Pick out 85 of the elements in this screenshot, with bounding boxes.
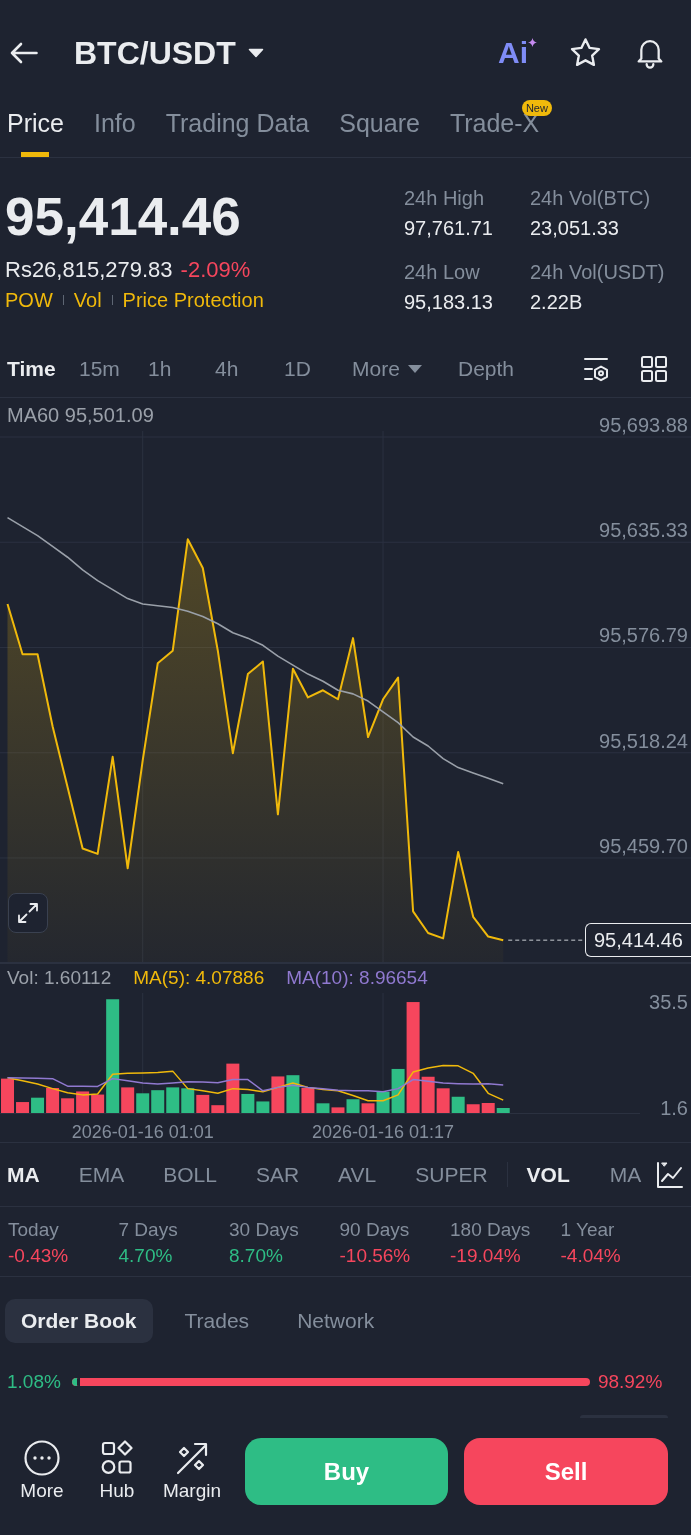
- period-change: -0.43%: [8, 1245, 70, 1267]
- y-axis-label: 95,518.24: [599, 729, 688, 752]
- bid-ratio-text: 1.08%: [7, 1370, 61, 1394]
- period-change: 8.70%: [229, 1245, 284, 1267]
- tab[interactable]: Price: [7, 105, 64, 157]
- interval-tab[interactable]: 1h: [148, 355, 172, 382]
- ma5-value-label: MA(5): 4.07886: [133, 967, 265, 989]
- buy-button[interactable]: Buy: [245, 1438, 448, 1505]
- interval-tab[interactable]: 15m: [79, 355, 120, 382]
- last-price: 95,414.46: [5, 190, 242, 243]
- stat-value: 95,183.13: [404, 290, 494, 314]
- sparkle-icon: [528, 37, 537, 47]
- order-tab[interactable]: Network: [281, 1299, 391, 1343]
- volume-value-label: Vol: 1.60112: [7, 967, 112, 989]
- x-axis-label: 2026-01-16 01:17: [312, 1122, 455, 1142]
- margin-button[interactable]: Margin: [160, 1438, 224, 1502]
- tab[interactable]: Info: [93, 105, 136, 157]
- indicator-tab[interactable]: EMA: [78, 1161, 125, 1188]
- indicator-tab[interactable]: SAR: [255, 1161, 300, 1188]
- interval-tab[interactable]: 1D: [284, 355, 311, 382]
- period-change: -10.56%: [339, 1245, 412, 1267]
- period-label: 1 Year: [560, 1219, 616, 1241]
- indicator-tab[interactable]: AVL: [338, 1161, 377, 1188]
- tag-link[interactable]: POW: [5, 289, 53, 311]
- interval-tab[interactable]: Depth: [458, 355, 515, 382]
- period-change: -19.04%: [450, 1245, 522, 1267]
- indicator-tab[interactable]: MA: [7, 1161, 40, 1188]
- active-tab-indicator: [21, 152, 50, 157]
- y-axis-label: 95,693.88: [599, 414, 688, 436]
- x-axis-label: 2026-01-16 01:01: [71, 1122, 214, 1142]
- ma10-value-label: MA(10): 8.96654: [286, 967, 428, 989]
- stat-label: 24h Vol(USDT): [530, 260, 665, 284]
- more-button[interactable]: More: [10, 1438, 74, 1502]
- expand-icon: [17, 902, 39, 924]
- shapes-grid-icon: [101, 1440, 133, 1476]
- caret-icon: [407, 364, 422, 373]
- ask-ratio-text: 98.92%: [597, 1370, 663, 1394]
- order-tab[interactable]: Trades: [168, 1299, 266, 1343]
- tag-link[interactable]: Price Protection: [122, 289, 264, 311]
- stat-label: 24h Vol(BTC): [530, 186, 652, 210]
- period-label: Today: [8, 1219, 60, 1241]
- period-label: 90 Days: [339, 1219, 411, 1241]
- period-label: 7 Days: [118, 1219, 179, 1241]
- ellipsis-circle-icon: [24, 1440, 60, 1476]
- order-tab[interactable]: Order Book: [5, 1299, 153, 1343]
- y-axis-label: 1.6: [660, 1097, 688, 1119]
- price-change: -2.09%: [180, 257, 251, 283]
- tab[interactable]: Trading Data: [165, 105, 310, 157]
- more-intervals-dropdown[interactable]: More: [352, 355, 422, 382]
- ai-assistant-button[interactable]: Ai: [498, 37, 537, 68]
- tag-link[interactable]: Vol: [73, 289, 102, 311]
- line-chart-icon[interactable]: [656, 1160, 684, 1189]
- expand-button[interactable]: [8, 893, 48, 933]
- tab[interactable]: Square: [339, 105, 420, 157]
- current-price-label: 95,414.46: [585, 923, 691, 958]
- y-axis-label: 95,576.79: [599, 624, 688, 647]
- indicator-tab[interactable]: MA: [609, 1161, 642, 1188]
- ma60-value-label: MA60 95,501.09: [7, 403, 154, 427]
- stat-value: 23,051.33: [530, 216, 620, 240]
- y-axis-label: 95,635.33: [599, 519, 688, 542]
- chart-settings-icon[interactable]: [583, 355, 609, 382]
- caret-icon: [247, 47, 264, 58]
- period-label: 30 Days: [229, 1219, 300, 1241]
- stat-label: 24h Low: [404, 260, 481, 284]
- stat-label: 24h High: [404, 186, 486, 210]
- fiat-price: Rs26,815,279.83: [5, 257, 173, 283]
- sell-button[interactable]: Sell: [464, 1438, 668, 1505]
- indicator-tab[interactable]: BOLL: [163, 1161, 217, 1188]
- back-arrow-icon[interactable]: [10, 41, 38, 64]
- y-axis-label: 35.5: [649, 991, 688, 1014]
- period-change: 4.70%: [118, 1245, 174, 1267]
- interval-tab[interactable]: 4h: [215, 355, 239, 382]
- indicator-tab[interactable]: SUPER: [415, 1161, 488, 1188]
- indicator-tab[interactable]: VOL: [526, 1161, 570, 1188]
- grid-layout-icon[interactable]: [641, 355, 667, 382]
- y-axis-label: 95,459.70: [599, 835, 688, 857]
- stat-value: 97,761.71: [404, 216, 494, 240]
- interval-tab[interactable]: Time: [7, 355, 56, 382]
- pair-selector-button[interactable]: BTC/USDT: [74, 36, 264, 69]
- hub-button[interactable]: Hub: [85, 1438, 149, 1502]
- period-label: 180 Days: [450, 1219, 532, 1241]
- diagonal-arrow-icon: [175, 1440, 209, 1476]
- stat-value: 2.22B: [530, 290, 584, 314]
- period-change: -4.04%: [560, 1245, 622, 1267]
- star-icon[interactable]: [569, 36, 602, 69]
